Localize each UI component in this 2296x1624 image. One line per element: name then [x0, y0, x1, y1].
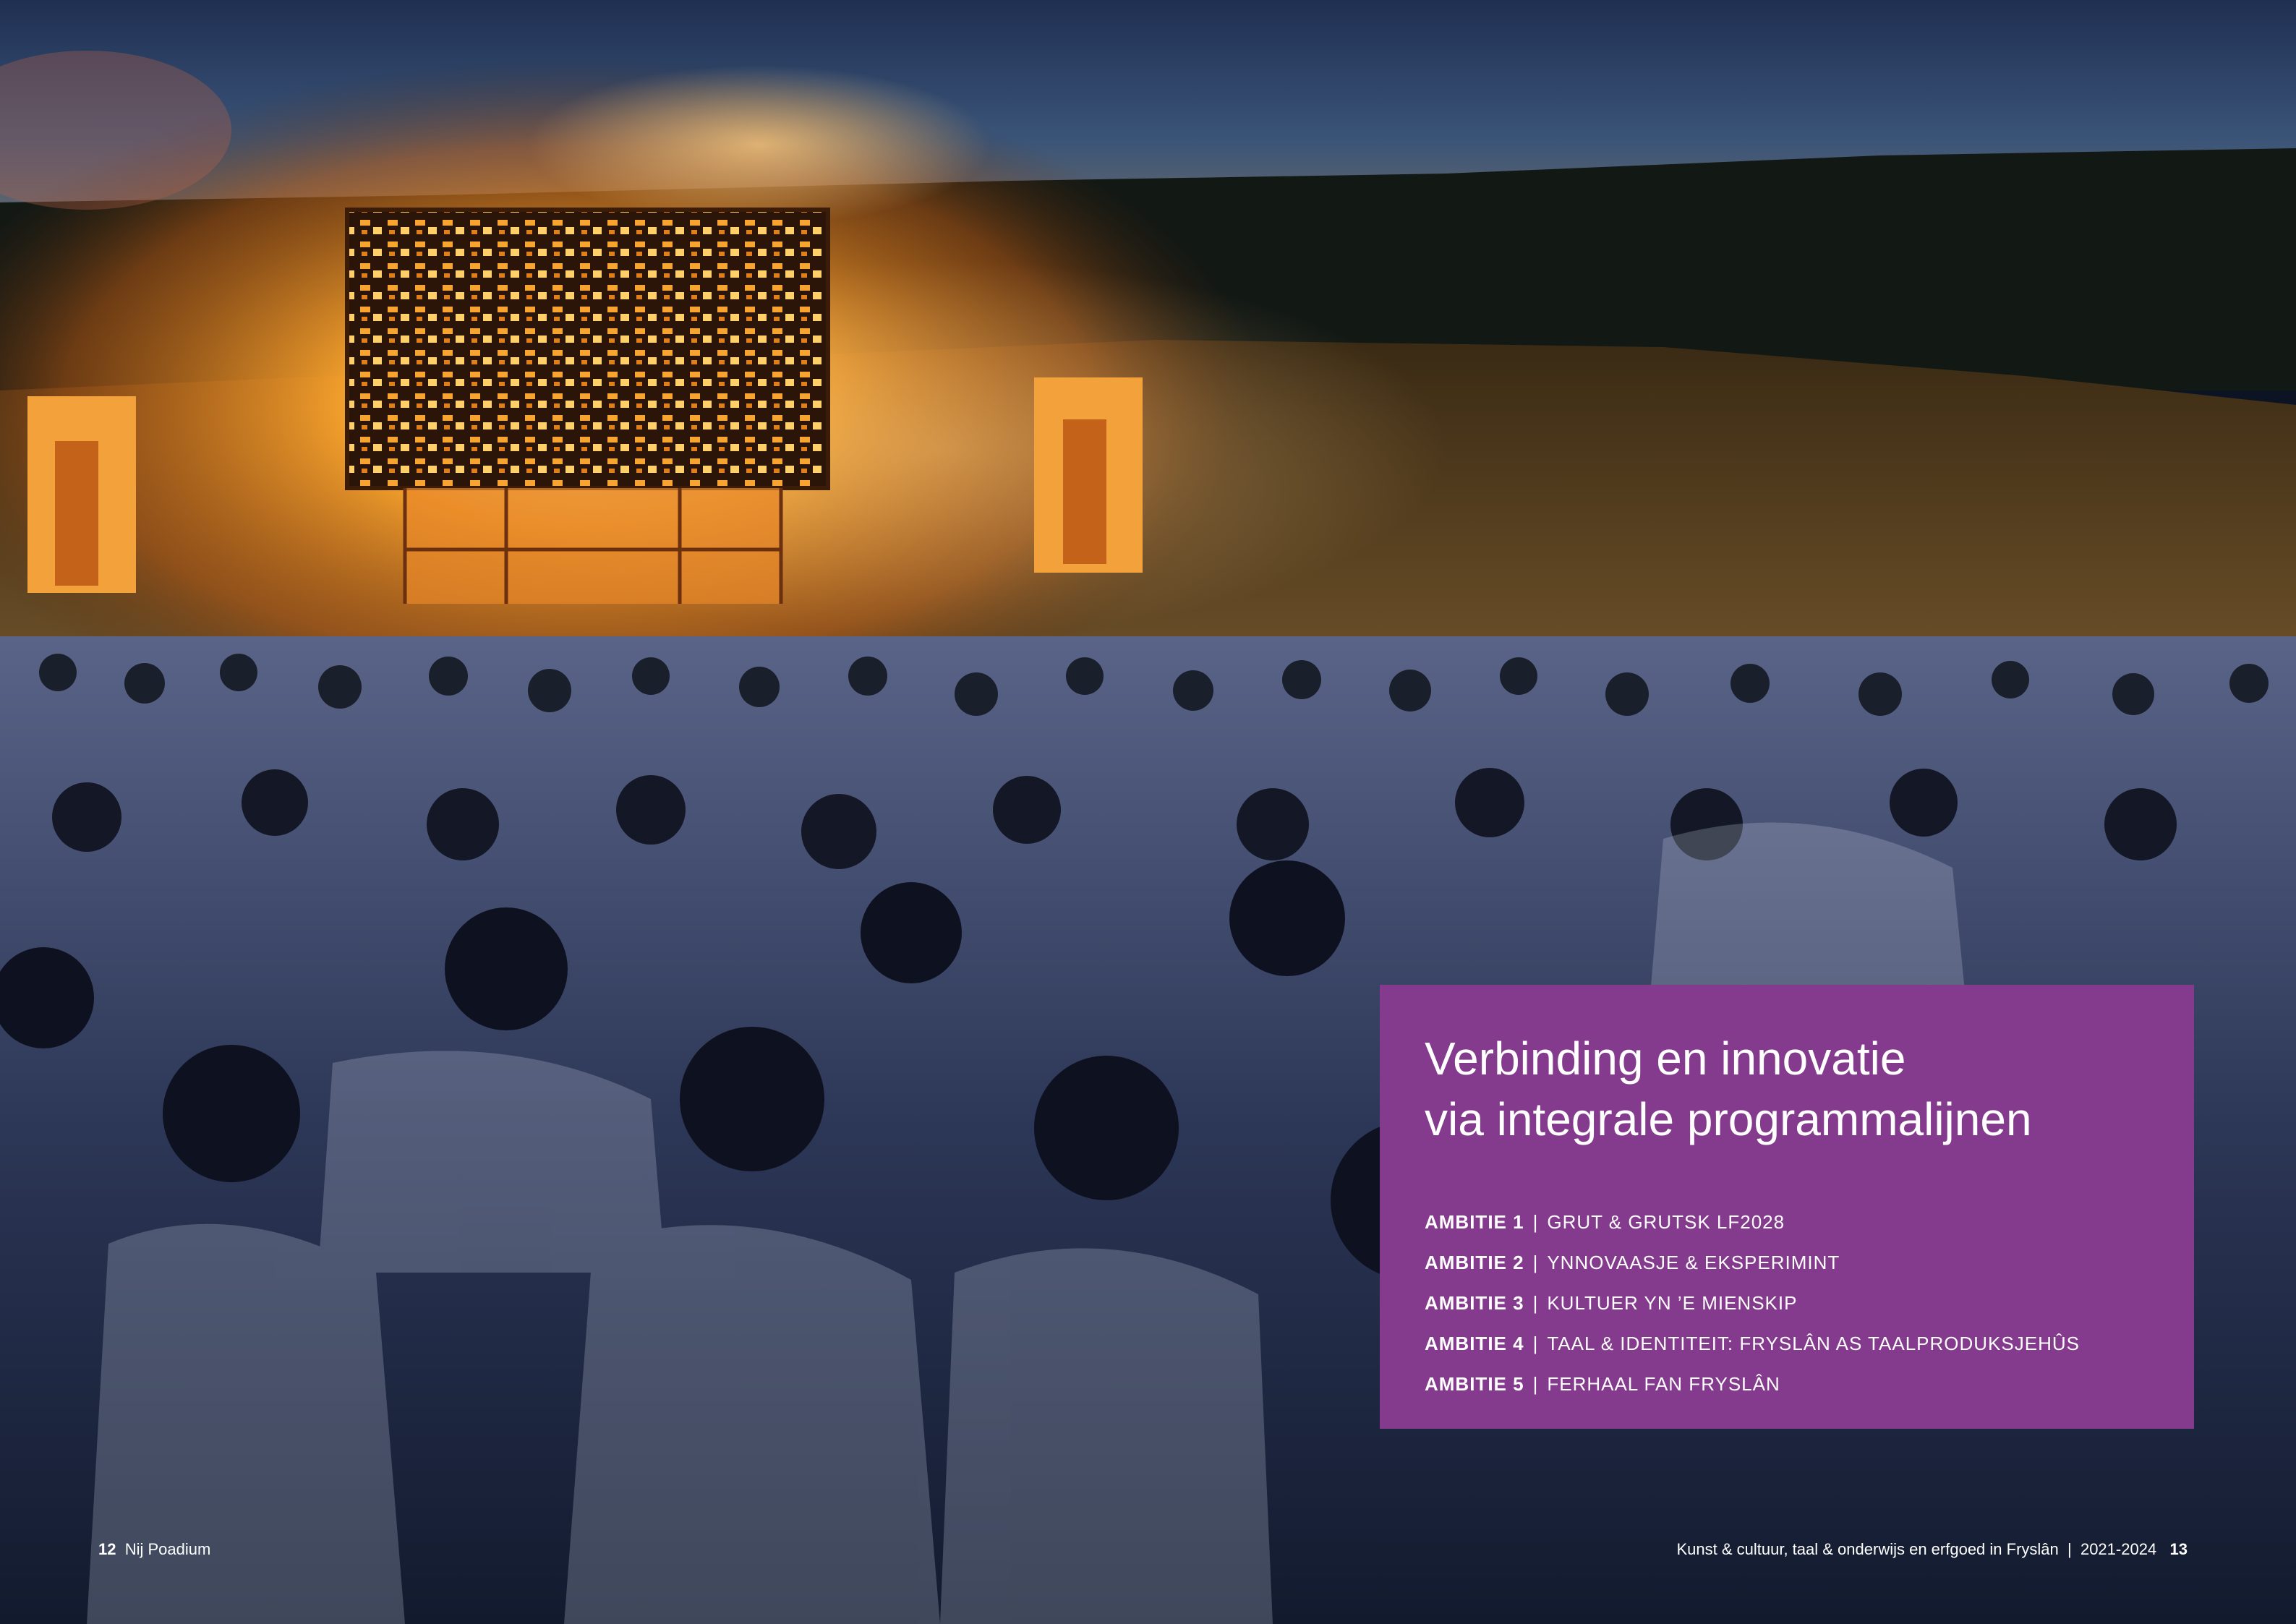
- separator: |: [1532, 1292, 1539, 1314]
- ambitie-label: AMBITIE 5: [1425, 1373, 1524, 1395]
- footer-separator: |: [2067, 1540, 2072, 1558]
- footer-right-title: Kunst & cultuur, taal & onderwijs en erf…: [1676, 1540, 2059, 1558]
- ambitie-item-3: AMBITIE 3 | KULTUER YN ’E MIENSKIP: [1425, 1283, 2149, 1323]
- magazine-spread: Verbinding en innovatie via integrale pr…: [0, 0, 2296, 1624]
- ambitie-item-1: AMBITIE 1 | GRUT & GRUTSK LF2028: [1425, 1202, 2149, 1242]
- ambitie-list: AMBITIE 1 | GRUT & GRUTSK LF2028 AMBITIE 2…: [1425, 1202, 2149, 1404]
- footer-right: Kunst & cultuur, taal & onderwijs en erf…: [1676, 1540, 2188, 1559]
- ambitie-item-4: AMBITIE 4 | TAAL & IDENTITEIT: FRYSLÂN AS …: [1425, 1323, 2149, 1364]
- footer-years: 2021-2024: [2080, 1540, 2157, 1558]
- panel-title: Verbinding en innovatie via integrale pr…: [1425, 1028, 2149, 1150]
- ambitie-item-2: AMBITIE 2 | YNNOVAASJE & EKSPERIMINT: [1425, 1242, 2149, 1283]
- separator: |: [1532, 1252, 1539, 1273]
- ambitie-label: AMBITIE 4: [1425, 1333, 1524, 1354]
- programme-panel: Verbinding en innovatie via integrale pr…: [1380, 985, 2194, 1429]
- ambitie-text: GRUT & GRUTSK LF2028: [1547, 1211, 1785, 1233]
- ambitie-text: YNNOVAASJE & EKSPERIMINT: [1547, 1252, 1840, 1273]
- ambitie-text: TAAL & IDENTITEIT: FRYSLÂN AS TAALPRODUK…: [1547, 1333, 2080, 1354]
- ambitie-label: AMBITIE 1: [1425, 1211, 1524, 1233]
- separator: |: [1532, 1211, 1539, 1233]
- ambitie-text: FERHAAL FAN FRYSLÂN: [1547, 1373, 1780, 1395]
- separator: |: [1532, 1333, 1539, 1354]
- page-number-left: 12: [98, 1540, 116, 1558]
- separator: |: [1532, 1373, 1539, 1395]
- page-number-right: 13: [2169, 1540, 2188, 1558]
- ambitie-text: KULTUER YN ’E MIENSKIP: [1547, 1292, 1798, 1314]
- panel-title-line-2: via integrale programmalijnen: [1425, 1093, 2032, 1145]
- ambitie-item-5: AMBITIE 5 | FERHAAL FAN FRYSLÂN: [1425, 1364, 2149, 1404]
- ambitie-label: AMBITIE 3: [1425, 1292, 1524, 1314]
- ambitie-label: AMBITIE 2: [1425, 1252, 1524, 1273]
- footer-left-title: Nij Poadium: [124, 1540, 211, 1558]
- footer-left: 12 Nij Poadium: [98, 1540, 210, 1559]
- panel-title-line-1: Verbinding en innovatie: [1425, 1033, 1906, 1085]
